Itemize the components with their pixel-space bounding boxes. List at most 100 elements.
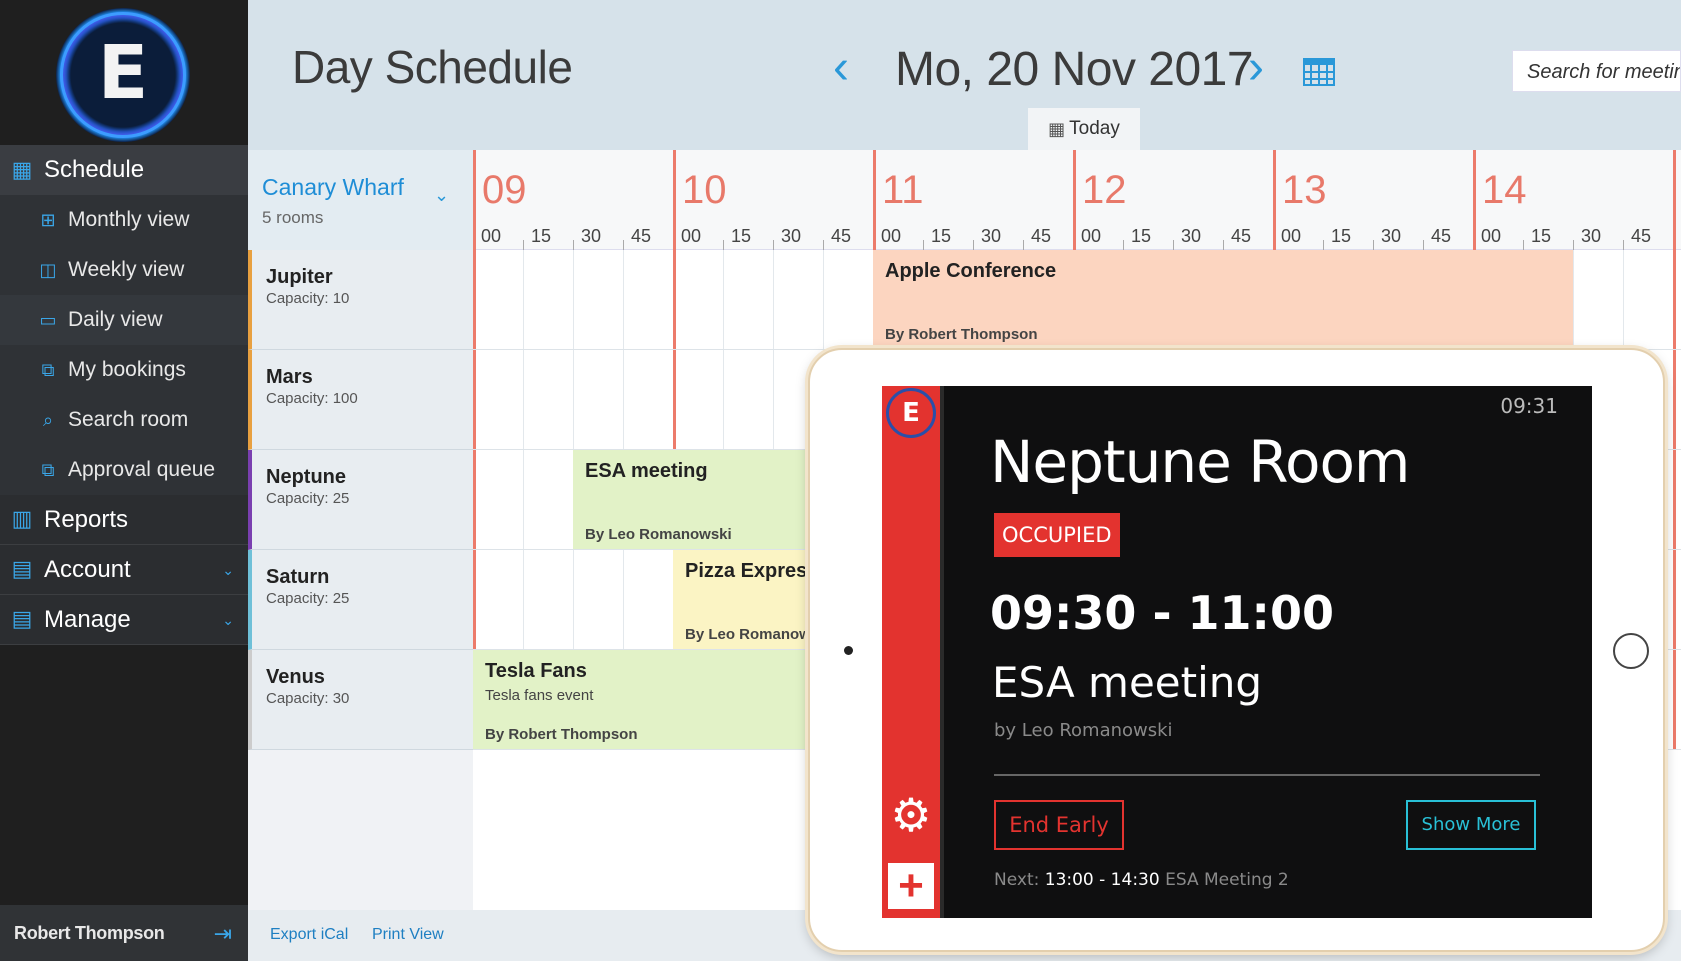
table-grid-icon: ▦ [1048, 118, 1066, 139]
room-row[interactable]: Jupiter Capacity: 10 [248, 250, 473, 350]
minute-label: 45 [1231, 226, 1252, 246]
minute-tick [723, 240, 724, 250]
nav-my-bookings[interactable]: ⧉ My bookings [0, 345, 248, 395]
nav-account-label: Account [44, 555, 131, 583]
approval-icon: ⧉ [41, 459, 55, 481]
location-name: Canary Wharf [262, 174, 404, 200]
hour-label: 09 [482, 168, 527, 212]
page-title: Day Schedule [292, 41, 573, 93]
room-capacity: Capacity: 25 [266, 490, 350, 507]
app-logo[interactable]: E [56, 8, 190, 142]
minute-label: 45 [1631, 226, 1652, 246]
calendar-picker-icon[interactable] [1303, 58, 1335, 86]
minute-label: 30 [781, 226, 802, 246]
nav-approval-queue-label: Approval queue [68, 458, 216, 481]
nav-search-room-label: Search room [68, 408, 189, 431]
minute-tick [973, 240, 974, 250]
status-badge: OCCUPIED [994, 513, 1120, 557]
nav-manage[interactable]: ▤ Manage ⌄ [0, 595, 248, 645]
strip-divider [940, 386, 944, 918]
nav-daily-view-label: Daily view [68, 308, 163, 331]
room-name: Venus [266, 666, 325, 688]
minute-label: 30 [1181, 226, 1202, 246]
logo-letter: E [97, 30, 149, 116]
meeting-organizer: by Leo Romanowski [994, 720, 1173, 741]
user-name: Robert Thompson [14, 922, 165, 943]
minute-tick [1123, 240, 1124, 250]
minute-label: 30 [1381, 226, 1402, 246]
next-meeting-time: 13:00 - 14:30 [1044, 870, 1160, 890]
minute-label: 00 [1081, 226, 1102, 246]
side-strip: E ⚙ + [882, 386, 940, 918]
export-ical-link[interactable]: Export iCal [270, 926, 348, 944]
room-capacity: Capacity: 100 [266, 390, 358, 407]
event-title: Apple Conference [885, 260, 1057, 282]
minute-label: 30 [981, 226, 1002, 246]
location-room-count: 5 rooms [262, 208, 324, 227]
room-display-screen: E ⚙ + 09:31 Neptune Room OCCUPIED 09:30 … [882, 386, 1592, 918]
hour-column: 09 [473, 150, 527, 250]
previous-day-chevron-left-icon[interactable]: ‹ [833, 44, 849, 92]
today-button[interactable]: ▦ Today [1028, 108, 1140, 150]
minute-label: 00 [481, 226, 502, 246]
gear-icon[interactable]: ⚙ [886, 790, 936, 840]
location-selector[interactable]: Canary Wharf 5 rooms ⌄ [248, 150, 473, 250]
nav-monthly-view[interactable]: ⊞ Monthly view [0, 195, 248, 245]
logout-icon[interactable]: ⇥ [214, 921, 232, 947]
meeting-title: ESA meeting [992, 658, 1263, 707]
nav-account[interactable]: ▤ Account ⌄ [0, 545, 248, 595]
nav-approval-queue[interactable]: ⧉ Approval queue [0, 445, 248, 495]
nav-reports[interactable]: ▥ Reports [0, 495, 248, 545]
monthly-calendar-icon: ⊞ [40, 209, 56, 231]
nav-daily-view[interactable]: ▭ Daily view [0, 295, 248, 345]
display-clock: 09:31 [1500, 394, 1558, 418]
room-row[interactable]: Venus Capacity: 30 [248, 650, 473, 750]
minute-tick [623, 240, 624, 250]
hour-column: 12 [1073, 150, 1127, 250]
event-organizer: By Robert Thompson [485, 726, 638, 743]
daily-calendar-icon: ▭ [39, 309, 57, 331]
room-row[interactable]: Mars Capacity: 100 [248, 350, 473, 450]
minute-label: 15 [1331, 226, 1352, 246]
bookings-icon: ⧉ [41, 359, 55, 381]
account-id-card-icon: ▤ [11, 557, 33, 582]
hour-label: 13 [1282, 168, 1327, 212]
display-room-name: Neptune Room [990, 428, 1410, 496]
event-organizer: By Robert Thompson [885, 326, 1038, 343]
weekly-calendar-icon: ◫ [39, 259, 57, 281]
nav-reports-label: Reports [44, 505, 129, 533]
next-meeting-info: Next: 13:00 - 14:30 ESA Meeting 2 [994, 870, 1289, 890]
event-title: Tesla Fans [485, 660, 587, 682]
next-day-chevron-right-icon[interactable]: › [1248, 44, 1264, 92]
nav-monthly-view-label: Monthly view [68, 208, 190, 231]
event-apple-conference[interactable]: Apple Conference By Robert Thompson [873, 250, 1573, 349]
show-more-button[interactable]: Show More [1406, 800, 1536, 850]
room-row[interactable]: Neptune Capacity: 25 [248, 450, 473, 550]
nav-schedule[interactable]: ▦ Schedule [0, 145, 248, 195]
minute-tick [573, 240, 574, 250]
add-booking-plus-icon[interactable]: + [888, 863, 934, 909]
room-row[interactable]: Saturn Capacity: 25 [248, 550, 473, 650]
nav-weekly-view-label: Weekly view [68, 258, 185, 281]
minute-tick [773, 240, 774, 250]
next-label: Next: [994, 870, 1040, 890]
minute-label: 15 [531, 226, 552, 246]
meeting-time-range: 09:30 - 11:00 [990, 586, 1334, 640]
next-meeting-title: ESA Meeting 2 [1165, 870, 1289, 890]
timeline-header: 09 10 11 12 13 14 00 15 30 45 00 15 30 45 00 15 30… [473, 150, 1681, 250]
search-input[interactable]: Search for meetin [1512, 50, 1681, 92]
print-view-link[interactable]: Print View [372, 926, 444, 944]
app-logo: E [886, 388, 936, 438]
room-name: Saturn [266, 566, 330, 588]
divider [994, 774, 1540, 776]
search-icon: ⌕ [42, 409, 54, 431]
event-organizer: By Leo Romanowski [585, 526, 732, 543]
minute-label: 00 [681, 226, 702, 246]
end-early-button[interactable]: End Early [994, 800, 1124, 850]
minute-tick [1573, 240, 1574, 250]
minute-label: 00 [881, 226, 902, 246]
hour-gridline [1673, 250, 1676, 750]
home-button[interactable] [1613, 633, 1649, 669]
nav-weekly-view[interactable]: ◫ Weekly view [0, 245, 248, 295]
nav-search-room[interactable]: ⌕ Search room [0, 395, 248, 445]
